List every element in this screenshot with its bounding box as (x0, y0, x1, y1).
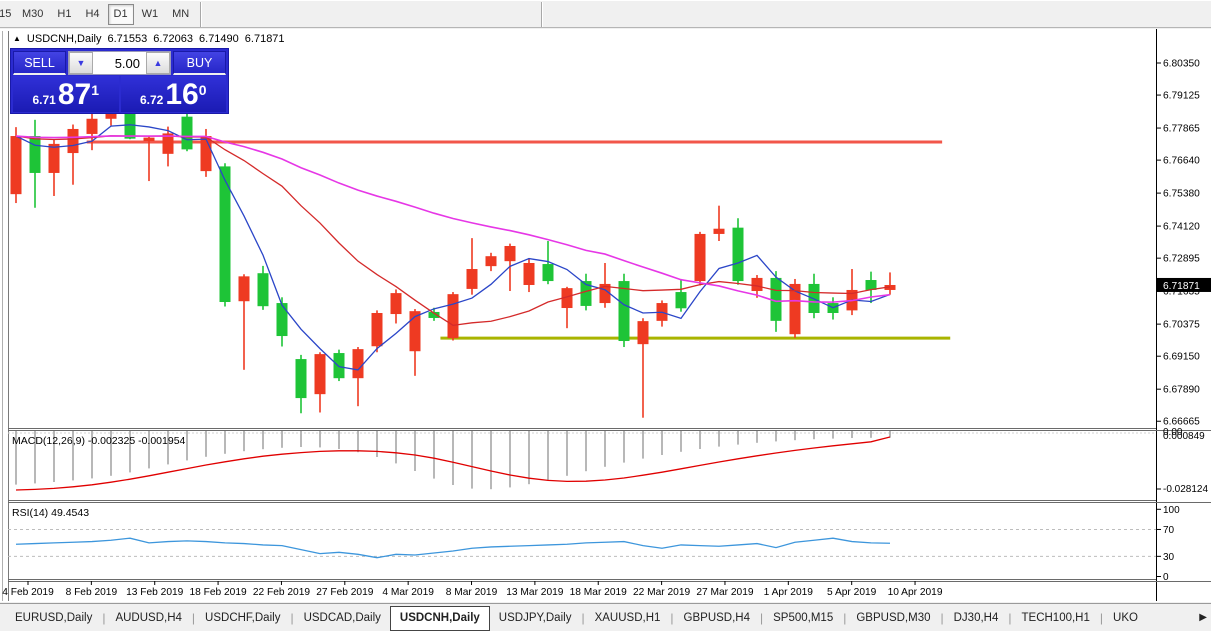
tab-separator: | (843, 611, 847, 625)
svg-text:0.000849: 0.000849 (1163, 431, 1205, 442)
chart-window[interactable]: 6.80350 6.79125 6.77865 6.76640 6.75380 6.741… (0, 29, 1211, 602)
sell-price-big: 87 (57, 78, 92, 111)
volume-stepper: ▼ ▲ (68, 51, 171, 75)
ohlc-open: 6.71553 (107, 33, 148, 45)
macd-values: -0.002325 -0.001954 (87, 435, 186, 447)
timeframe-toolbar: M15 M30 H1 H4 D1 W1 MN (0, 1, 1211, 28)
ohlc-close: 6.71871 (244, 33, 285, 45)
collapse-triangle-icon[interactable]: ▲ (13, 34, 21, 43)
rsi-indicator-label: RSI(14) 49.4543 (12, 507, 89, 519)
svg-text:6.80350: 6.80350 (1163, 59, 1200, 70)
svg-text:6.77865: 6.77865 (1163, 124, 1200, 135)
one-click-trade-panel: SELL ▼ ▲ BUY 6.71 87 1 6.72 16 0 (10, 48, 229, 114)
timeframe-button-h1[interactable]: H1 (51, 4, 77, 25)
svg-text:1 Apr 2019: 1 Apr 2019 (764, 587, 814, 598)
svg-text:27 Feb 2019: 27 Feb 2019 (316, 587, 374, 598)
volume-input[interactable] (93, 52, 146, 74)
svg-text:6.67890: 6.67890 (1163, 385, 1200, 396)
timeframe-label: M15 (0, 8, 12, 20)
buy-price-prefix: 6.72 (139, 93, 164, 107)
timeframe-button-w1[interactable]: W1 (136, 4, 165, 25)
timeframe-button-h4[interactable]: H4 (79, 4, 105, 25)
buy-button[interactable]: BUY (173, 51, 226, 75)
svg-text:30: 30 (1163, 552, 1175, 563)
chart-tab-usdchf-daily[interactable]: USDCHF,Daily (196, 607, 289, 629)
sell-price-pipette: 1 (91, 82, 100, 98)
buy-quote[interactable]: 6.72 16 0 (120, 76, 226, 112)
price-chart-canvas[interactable]: 6.80350 6.79125 6.77865 6.76640 6.75380 6.741… (0, 29, 1211, 602)
volume-decrease-icon[interactable]: ▼ (69, 52, 93, 74)
svg-text:5 Apr 2019: 5 Apr 2019 (827, 587, 877, 598)
chart-tab-audusd-h4[interactable]: AUDUSD,H4 (106, 607, 190, 629)
svg-text:6.76640: 6.76640 (1163, 156, 1200, 167)
svg-text:6.71871: 6.71871 (1163, 281, 1200, 292)
sell-button[interactable]: SELL (13, 51, 66, 75)
tab-separator: | (940, 611, 944, 625)
ohlc-low: 6.71490 (199, 33, 239, 45)
macd-name: MACD(12,26,9) (12, 435, 85, 447)
trading-terminal-window: M15 M30 H1 H4 D1 W1 MN 6.80350 6.79125 6.7… (0, 0, 1211, 631)
toolbar-separator (541, 2, 543, 27)
chart-title: ▲ USDCNH,Daily 6.71553 6.72063 6.71490 6… (13, 33, 285, 45)
buy-price-pipette: 0 (198, 82, 207, 98)
tab-separator: | (760, 611, 764, 625)
tab-separator: | (290, 611, 294, 625)
tab-separator: | (581, 611, 585, 625)
svg-text:18 Feb 2019: 18 Feb 2019 (189, 587, 247, 598)
svg-text:100: 100 (1163, 505, 1180, 516)
svg-text:4 Feb 2019: 4 Feb 2019 (2, 587, 54, 598)
svg-text:27 Mar 2019: 27 Mar 2019 (696, 587, 754, 598)
sell-quote[interactable]: 6.71 87 1 (13, 76, 119, 112)
chart-tab-dj30-h4[interactable]: DJ30,H4 (945, 607, 1008, 629)
svg-text:70: 70 (1163, 525, 1175, 536)
timeframe-button-m30[interactable]: M30 (16, 4, 49, 25)
toolbar-separator (200, 1, 203, 27)
chart-tab-eurusd-daily[interactable]: EURUSD,Daily (6, 607, 101, 629)
chart-tab-usdjpy-daily[interactable]: USDJPY,Daily (490, 607, 581, 629)
buy-price-big: 16 (165, 78, 199, 111)
svg-text:6.74120: 6.74120 (1163, 222, 1200, 233)
timeframe-button-mn[interactable]: MN (166, 4, 195, 25)
chart-tab-gbpusd-h4[interactable]: GBPUSD,H4 (675, 607, 759, 629)
sell-price-prefix: 6.71 (32, 93, 56, 107)
chart-tab-usdcnh-daily[interactable]: USDCNH,Daily (389, 605, 490, 631)
chart-tab-gbpusd-m30[interactable]: GBPUSD,M30 (847, 607, 939, 629)
svg-text:22 Mar 2019: 22 Mar 2019 (633, 587, 691, 598)
tabbar-scroll-right-icon[interactable]: ▶ (1195, 612, 1207, 623)
chart-tab-xauusd-h1[interactable]: XAUUSD,H1 (586, 607, 670, 629)
chart-tabbar: EURUSD,Daily | AUDUSD,H4 | USDCHF,Daily | USDC… (0, 603, 1211, 631)
svg-text:6.72895: 6.72895 (1163, 254, 1200, 265)
svg-text:8 Mar 2019: 8 Mar 2019 (446, 587, 498, 598)
svg-text:22 Feb 2019: 22 Feb 2019 (253, 587, 311, 598)
svg-text:-0.028124: -0.028124 (1163, 484, 1208, 495)
tab-separator: | (1008, 611, 1012, 625)
svg-text:6.69150: 6.69150 (1163, 352, 1200, 363)
svg-text:4 Mar 2019: 4 Mar 2019 (382, 587, 434, 598)
svg-text:0: 0 (1163, 572, 1169, 583)
svg-text:13 Feb 2019: 13 Feb 2019 (126, 587, 184, 598)
svg-text:6.75380: 6.75380 (1163, 189, 1200, 200)
ohlc-high: 6.72063 (153, 33, 194, 45)
chart-tab-usdcad-daily[interactable]: USDCAD,Daily (295, 607, 390, 629)
chart-tab-tech100-h1[interactable]: TECH100,H1 (1013, 607, 1099, 629)
svg-text:10 Apr 2019: 10 Apr 2019 (888, 587, 943, 598)
rsi-name: RSI(14) (12, 507, 49, 519)
tab-separator: | (102, 611, 106, 625)
volume-increase-icon[interactable]: ▲ (146, 52, 170, 74)
chart-symbol: USDCNH,Daily (26, 33, 102, 45)
tab-separator: | (1099, 611, 1104, 625)
svg-text:8 Feb 2019: 8 Feb 2019 (66, 587, 118, 598)
chart-tab-sp500-m15[interactable]: SP500,M15 (764, 607, 842, 629)
macd-indicator-label: MACD(12,26,9) -0.002325 -0.001954 (12, 435, 185, 447)
rsi-value: 49.4543 (51, 507, 90, 519)
svg-text:6.79125: 6.79125 (1163, 91, 1200, 102)
chart-tab-uko[interactable]: UKO (1104, 607, 1147, 629)
tab-separator: | (191, 611, 196, 625)
svg-text:13 Mar 2019: 13 Mar 2019 (506, 587, 564, 598)
svg-text:18 Mar 2019: 18 Mar 2019 (570, 587, 628, 598)
svg-text:6.70375: 6.70375 (1163, 320, 1200, 331)
timeframe-button-d1[interactable]: D1 (107, 3, 134, 25)
tab-separator: | (670, 611, 674, 625)
timeframe-button-m15[interactable]: M15 (0, 4, 15, 25)
